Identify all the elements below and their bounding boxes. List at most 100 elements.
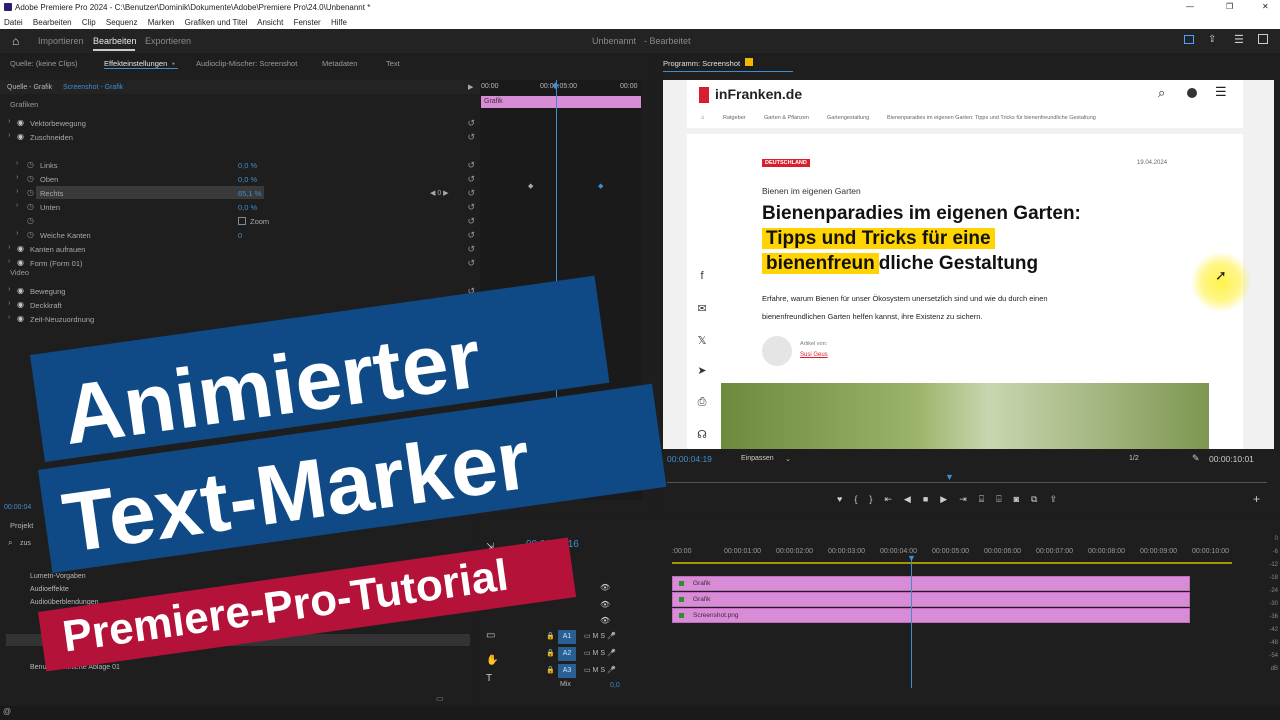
tab-exportieren[interactable]: Exportieren [145,36,191,46]
reset-icon[interactable]: ↺ [467,174,475,185]
wrench-icon[interactable]: ✎ [1192,453,1200,464]
breadcrumb-item[interactable]: Ratgeber [723,115,746,121]
site-search-icon[interactable]: ⌕ [1158,85,1165,101]
reset-icon[interactable]: ↺ [467,118,475,129]
menu-fenster[interactable]: Fenster [294,18,321,27]
effect-row[interactable]: ◷ Zoom ↺ [0,214,480,228]
chevron-down-icon[interactable]: ⌄ [785,455,791,463]
effect-row[interactable]: › ◉ Vektorbewegung ↺ [0,116,480,130]
close-button[interactable]: ✕ [1262,2,1269,11]
facebook-icon[interactable]: f [694,270,710,282]
audio-track-label[interactable]: A3 [558,664,576,678]
telegram-icon[interactable]: ➤ [694,364,710,377]
restore-button[interactable]: ❐ [1226,2,1233,11]
article-tag[interactable]: DEUTSCHLAND [762,159,810,167]
eye-icon[interactable]: ◉ [17,132,24,141]
breadcrumb-item[interactable]: Gartengestaltung [827,115,869,121]
keyframe-1[interactable]: ◆ [528,182,533,190]
reset-icon[interactable]: ↺ [467,230,475,241]
track-eye-icon[interactable]: 👁 [600,613,670,630]
rectangle-tool-icon[interactable]: ▭ [486,620,498,652]
quick-export-icon[interactable] [1184,35,1194,44]
scrub-playhead[interactable]: ▼ [945,472,954,482]
clip-screenshot[interactable]: Screenshot.png [672,608,1190,623]
tab-importieren[interactable]: Importieren [38,36,84,46]
expand-triangle-icon[interactable]: › [8,132,10,139]
tab-metadata[interactable]: Metadaten [322,59,357,68]
effect-row[interactable]: › ◷ Rechts 65,1 % ◀ 0 ▶ ↺ [0,186,480,200]
audio-track-label[interactable]: A2 [558,647,576,661]
audio-track-label[interactable]: A1 [558,630,576,644]
reset-icon[interactable]: ↺ [467,244,475,255]
timeline-playhead[interactable] [911,558,912,688]
menu-sequenz[interactable]: Sequenz [106,18,138,27]
stopwatch-icon[interactable]: ◷ [27,202,34,211]
mute-solo-controls[interactable]: ▭ M S 🎤 [584,666,616,674]
track-eye-icon[interactable]: 👁 [600,597,670,614]
expand-triangle-icon[interactable]: › [8,300,10,307]
bin-audioeffekte[interactable]: Audioeffekte [30,583,99,596]
expand-triangle-icon[interactable]: › [16,188,18,195]
menu-lines-icon[interactable]: ☰ [1234,33,1244,46]
tab-text[interactable]: Text [386,59,400,68]
export-frame-icon[interactable]: ⇪ [1049,494,1069,504]
share-icon[interactable]: ⇪ [1208,34,1216,45]
zoom-checkbox[interactable] [238,217,246,225]
expand-triangle-icon[interactable]: › [8,258,10,265]
menu-datei[interactable]: Datei [4,18,23,27]
reset-icon[interactable]: ↺ [467,202,475,213]
clip-grafik-2[interactable]: Grafik [672,592,1190,607]
breadcrumb-item[interactable]: Garten & Pflanzen [764,115,809,121]
x-icon[interactable]: 𝕏 [694,334,710,347]
effect-row[interactable]: › ◷ Weiche Kanten 0 ↺ [0,228,480,242]
expand-triangle-icon[interactable]: › [8,118,10,125]
compare-icon[interactable]: ⧉ [1031,494,1049,504]
menu-ansicht[interactable]: Ansicht [257,18,283,27]
param-value[interactable]: 0 [238,231,242,240]
tab-source[interactable]: Quelle: (keine Clips) [10,59,78,68]
step-back-icon[interactable]: ◀ [904,494,923,504]
program-timecode[interactable]: 00:00:04:19 [667,454,712,464]
audio-icon[interactable]: ☊ [694,428,710,441]
scrub-bar[interactable] [667,482,1267,483]
playhead-handle[interactable]: ▼ [907,553,916,563]
marker-icon[interactable]: ♥ [837,494,854,504]
expand-triangle-icon[interactable]: › [8,286,10,293]
eye-icon[interactable]: ◉ [17,118,24,127]
print-icon[interactable]: ⎙ [694,396,710,409]
eye-icon[interactable]: ◉ [17,286,24,295]
effect-row[interactable]: › ◉ Form (Form 01) ↺ [0,256,480,270]
mail-icon[interactable]: ✉ [694,302,710,315]
in-point-icon[interactable]: { [854,494,869,504]
expand-triangle-icon[interactable]: › [16,160,18,167]
hand-tool-icon[interactable]: ✋ [486,652,498,670]
param-value[interactable]: 0,0 % [238,203,257,212]
reset-icon[interactable]: ↺ [467,258,475,269]
lock-icon[interactable]: 🔒 [546,666,555,674]
eye-icon[interactable]: ◉ [17,244,24,253]
play-only-icon[interactable]: ▶ [468,83,473,91]
menu-grafiken[interactable]: Grafiken und Titel [185,18,248,27]
step-forward-icon[interactable]: ▶ [940,494,959,504]
menu-bearbeiten[interactable]: Bearbeiten [33,18,72,27]
reset-icon[interactable]: ↺ [467,216,475,227]
param-value[interactable]: 0,0 % [238,175,257,184]
effect-row[interactable]: › ◷ Links 0,0 % ↺ [0,158,480,172]
panel-menu-icon[interactable]: ▪ [172,59,175,68]
stopwatch-icon[interactable]: ◷ [27,188,34,197]
lock-icon[interactable]: 🔒 [546,632,555,640]
minimize-button[interactable]: — [1186,2,1194,11]
lock-icon[interactable]: 🔒 [546,649,555,657]
reset-icon[interactable]: ↺ [467,160,475,171]
keyframe-2[interactable]: ◆ [598,182,603,190]
mix-value[interactable]: 0,0 [610,682,620,689]
menu-hilfe[interactable]: Hilfe [331,18,347,27]
type-tool-icon[interactable]: T [486,670,498,688]
mute-solo-controls[interactable]: ▭ M S 🎤 [584,632,616,640]
tab-effect-controls[interactable]: Effekteinstellungen [104,59,167,68]
site-logo[interactable]: inFranken.de [715,86,802,102]
new-bin-icon[interactable]: ▭ [436,694,444,703]
program-frame[interactable]: inFranken.de ⌕ ☰ ⌂ Ratgeber Garten & Pfl… [663,80,1274,449]
author-link[interactable]: Susi Geus [800,352,828,358]
go-to-in-icon[interactable]: ⇤ [884,494,904,504]
